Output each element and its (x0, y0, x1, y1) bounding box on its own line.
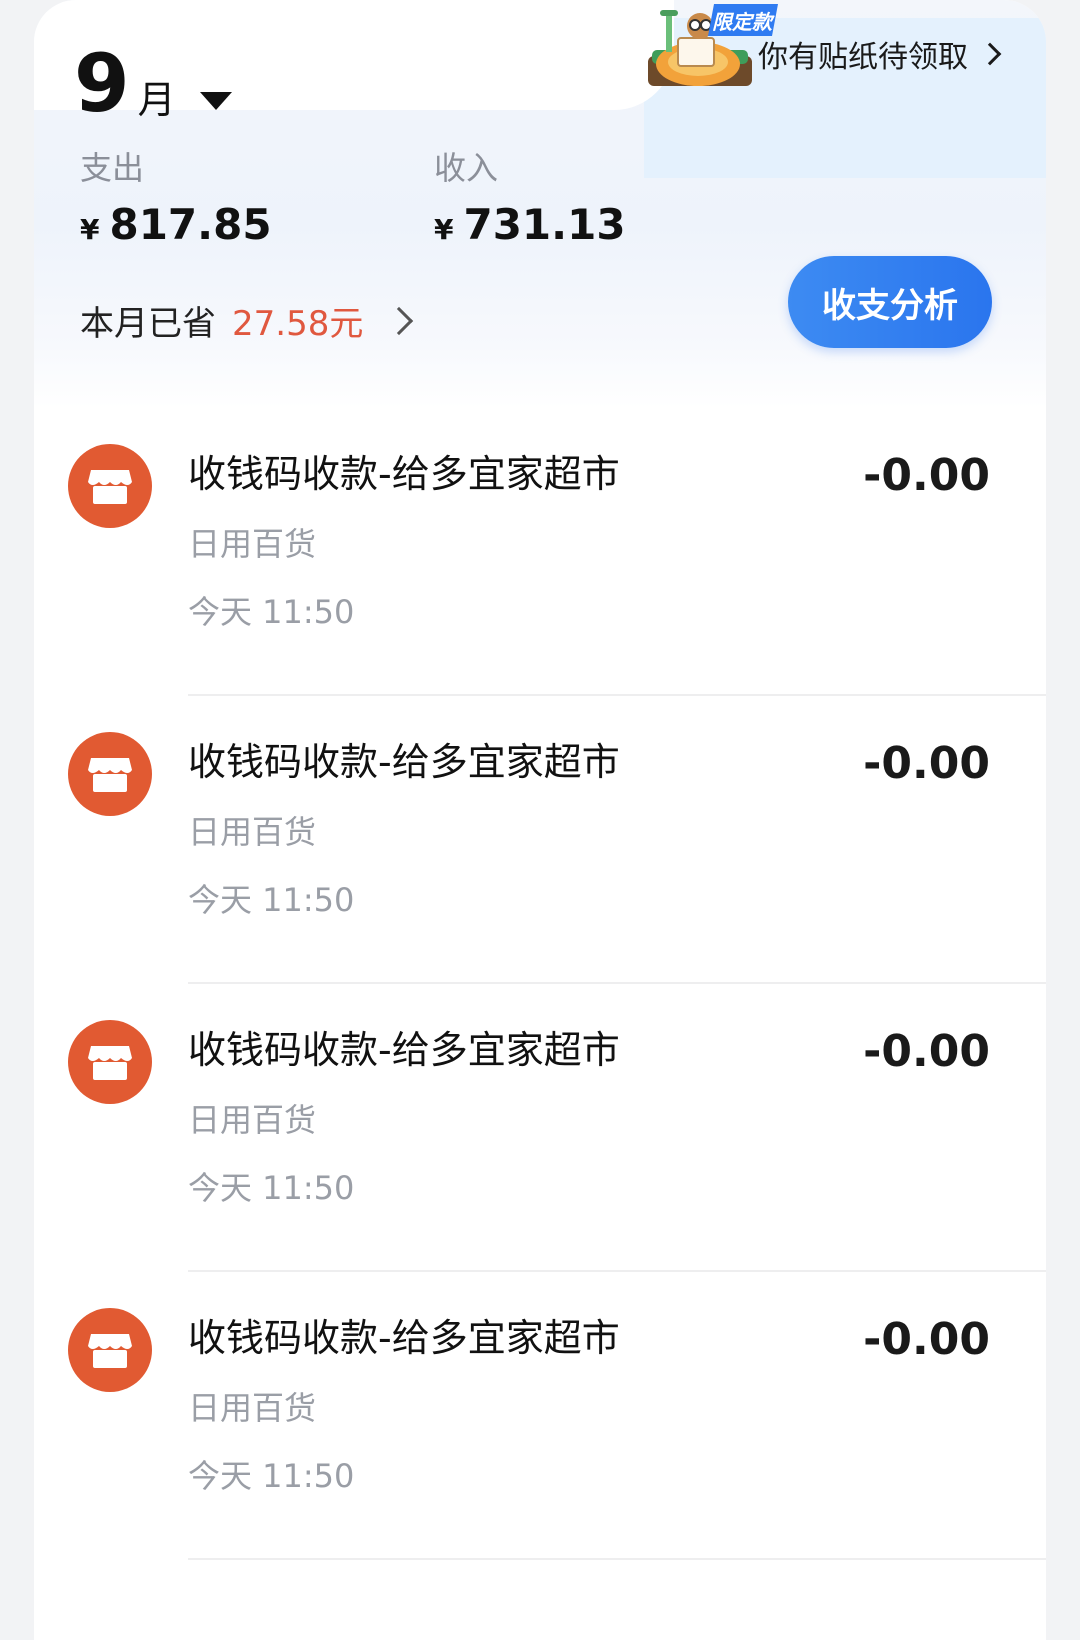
store-icon (68, 444, 152, 528)
transaction-amount: -0.00 (863, 1026, 990, 1077)
transaction-title: 收钱码收款-给多宜家超市 (188, 452, 620, 496)
expense-currency: ¥ (80, 213, 100, 246)
bill-card: 限定款 你有贴纸待领取 9 月 支出 ¥ 817.85 收入 ¥ 731.13 … (34, 0, 1046, 1640)
transaction-time: 今天 11:50 (188, 593, 355, 631)
chevron-right-icon (978, 42, 1002, 66)
transaction-row[interactable]: 收钱码收款-给多宜家超市 日用百货 今天 11:50 -0.00 (34, 984, 1046, 1272)
expense-label: 支出 (80, 149, 145, 187)
store-icon (68, 1308, 152, 1392)
transaction-category: 日用百货 (188, 525, 317, 563)
chevron-right-icon (385, 306, 414, 335)
transaction-row[interactable]: 收钱码收款-给多宜家超市 日用百货 今天 11:50 -0.00 (34, 1272, 1046, 1560)
income-summary: 收入 ¥ 731.13 (434, 148, 626, 249)
transaction-list: 收钱码收款-给多宜家超市 日用百货 今天 11:50 -0.00 收钱码收款-给… (34, 408, 1046, 1560)
transaction-category: 日用百货 (188, 1389, 317, 1427)
monthly-savings-link[interactable]: 本月已省 27.58元 (80, 296, 414, 345)
transaction-time: 今天 11:50 (188, 881, 355, 919)
month-selector[interactable]: 9 月 (74, 44, 232, 124)
sticker-claim-text: 你有贴纸待领取 (758, 40, 968, 75)
month-number: 9 (74, 37, 130, 130)
income-label: 收入 (434, 149, 499, 187)
income-expense-analysis-button[interactable]: 收支分析 (788, 256, 992, 348)
transaction-time: 今天 11:50 (188, 1457, 355, 1495)
savings-amount: 27.58元 (232, 304, 364, 344)
month-unit: 月 (137, 78, 176, 122)
transaction-title: 收钱码收款-给多宜家超市 (188, 740, 620, 784)
expense-summary: 支出 ¥ 817.85 (80, 148, 272, 249)
transaction-amount: -0.00 (863, 738, 990, 789)
transaction-amount: -0.00 (863, 450, 990, 501)
transaction-time: 今天 11:50 (188, 1169, 355, 1207)
store-icon (68, 732, 152, 816)
transaction-category: 日用百货 (188, 813, 317, 851)
caret-down-icon (199, 92, 232, 110)
transaction-category: 日用百货 (188, 1101, 317, 1139)
transaction-title: 收钱码收款-给多宜家超市 (188, 1316, 620, 1360)
transaction-row[interactable]: 收钱码收款-给多宜家超市 日用百货 今天 11:50 -0.00 (34, 408, 1046, 696)
expense-amount: 817.85 (109, 200, 272, 249)
savings-label: 本月已省 (80, 304, 216, 344)
income-amount: 731.13 (463, 200, 626, 249)
income-currency: ¥ (434, 213, 454, 246)
transaction-row[interactable]: 收钱码收款-给多宜家超市 日用百货 今天 11:50 -0.00 (34, 696, 1046, 984)
limited-badge-text: 限定款 (712, 10, 775, 34)
transaction-title: 收钱码收款-给多宜家超市 (188, 1028, 620, 1072)
transaction-amount: -0.00 (863, 1314, 990, 1365)
sticker-claim-link[interactable]: 你有贴纸待领取 (758, 32, 1002, 76)
divider (188, 1558, 1046, 1560)
store-icon (68, 1020, 152, 1104)
